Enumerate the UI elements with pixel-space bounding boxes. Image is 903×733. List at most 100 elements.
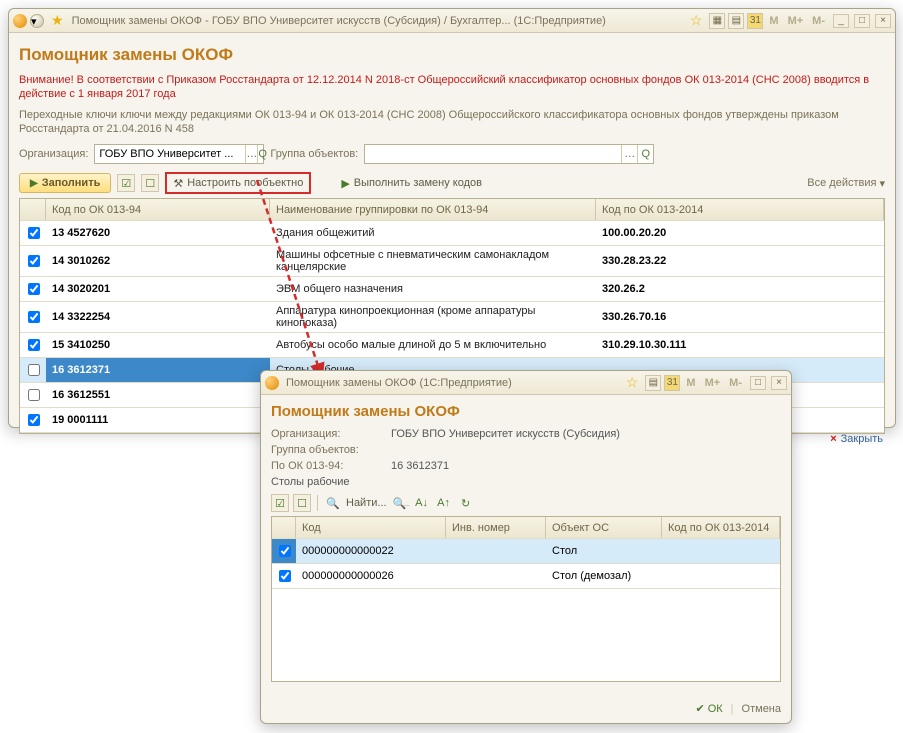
- dialog-title: Помощник замены ОКОФ (1С:Предприятие): [286, 377, 622, 389]
- search-icon[interactable]: Q: [257, 145, 267, 163]
- organization-input[interactable]: [95, 145, 245, 163]
- check-all-icon[interactable]: ☑: [117, 174, 135, 192]
- cell-inv: [446, 539, 546, 563]
- titlebar: ▾ ★ Помощник замены ОКОФ - ГОБУ ВПО Унив…: [9, 9, 895, 33]
- maximize-button[interactable]: □: [854, 14, 870, 28]
- cancel-button[interactable]: Отмена: [742, 703, 781, 715]
- row-checkbox[interactable]: [28, 364, 40, 376]
- dialog-grid: Код Инв. номер Объект ОС Код по ОК 013-2…: [271, 516, 781, 682]
- close-icon: ×: [830, 433, 836, 445]
- organization-label: Организация:: [19, 148, 88, 160]
- column-code-old[interactable]: Код по ОК 013-94: [46, 199, 270, 220]
- group-field[interactable]: … Q: [364, 144, 654, 164]
- uncheck-all-icon[interactable]: ☐: [141, 174, 159, 192]
- row-checkbox[interactable]: [28, 339, 40, 351]
- group-input[interactable]: [365, 145, 621, 163]
- cell-new: 330.28.23.22: [596, 246, 884, 276]
- ref-icon[interactable]: ▦: [709, 13, 725, 29]
- row-checkbox[interactable]: [28, 227, 40, 239]
- cell-code: 16 3612551: [46, 383, 270, 407]
- close-button[interactable]: ×: [771, 376, 787, 390]
- cell-code: 14 3322254: [46, 302, 270, 332]
- table-row[interactable]: 15 3410250Автобусы особо малые длиной до…: [20, 333, 884, 358]
- item-name: Столы рабочие: [271, 476, 350, 488]
- organization-field[interactable]: … Q: [94, 144, 264, 164]
- warning-text: Внимание! В соответствии с Приказом Росс…: [19, 73, 885, 102]
- cell-code: 15 3410250: [46, 333, 270, 357]
- cell-code: 14 3010262: [46, 246, 270, 276]
- row-checkbox[interactable]: [279, 545, 291, 557]
- close-button[interactable]: ×: [875, 14, 891, 28]
- column-new[interactable]: Код по ОК 013-2014: [662, 517, 780, 538]
- memory-m-plus[interactable]: М+: [702, 377, 724, 389]
- check-all-icon[interactable]: ☑: [271, 494, 289, 512]
- row-checkbox[interactable]: [28, 255, 40, 267]
- column-code-new[interactable]: Код по ОК 013-2014: [596, 199, 884, 220]
- cell-new: [662, 564, 780, 588]
- calc-icon[interactable]: ▤: [645, 375, 661, 391]
- ellipsis-icon[interactable]: …: [621, 145, 637, 163]
- row-checkbox[interactable]: [279, 570, 291, 582]
- column-code[interactable]: Код: [296, 517, 446, 538]
- minimize-button[interactable]: _: [833, 14, 849, 28]
- sort-asc-icon[interactable]: A↓: [413, 494, 431, 512]
- table-row[interactable]: 000000000000026Стол (демозал): [272, 564, 780, 589]
- uncheck-all-icon[interactable]: ☐: [293, 494, 311, 512]
- column-name[interactable]: Наименование группировки по ОК 013-94: [270, 199, 596, 220]
- table-row[interactable]: 000000000000022Стол: [272, 539, 780, 564]
- table-row[interactable]: 14 3010262Машины офсетные с пневматическ…: [20, 246, 884, 277]
- configure-button[interactable]: ⚒ Настроить пообъектно: [165, 172, 311, 194]
- search-icon[interactable]: Q: [637, 145, 653, 163]
- maximize-button[interactable]: □: [750, 376, 766, 390]
- calc-icon[interactable]: ▤: [728, 13, 744, 29]
- find-clear-icon[interactable]: 🔍̶: [391, 494, 409, 512]
- memory-m-minus[interactable]: М-: [809, 15, 828, 27]
- dialog-heading: Помощник замены ОКОФ: [271, 403, 781, 420]
- fill-button[interactable]: ▶ Заполнить: [19, 173, 111, 193]
- table-row[interactable]: 14 3020201ЭВМ общего назначения320.26.2: [20, 277, 884, 302]
- memory-m-minus[interactable]: М-: [726, 377, 745, 389]
- cell-new: 310.29.10.30.111: [596, 333, 884, 357]
- cell-name: Аппаратура кинопроекционная (кроме аппар…: [270, 302, 596, 332]
- calendar-icon[interactable]: 31: [664, 375, 680, 391]
- execute-button[interactable]: ▶ Выполнить замену кодов: [341, 177, 482, 190]
- calendar-icon[interactable]: 31: [747, 13, 763, 29]
- table-row[interactable]: 14 3322254Аппаратура кинопроекционная (к…: [20, 302, 884, 333]
- cell-new: 330.26.70.16: [596, 302, 884, 332]
- find-icon[interactable]: 🔍: [324, 494, 342, 512]
- ok-button[interactable]: ✔ОК: [695, 702, 722, 715]
- chevron-down-icon: ▶: [30, 178, 38, 189]
- memory-m[interactable]: М: [766, 15, 781, 27]
- sort-desc-icon[interactable]: A↑: [435, 494, 453, 512]
- settings-icon: ⚒: [173, 177, 183, 190]
- find-button[interactable]: Найти...: [346, 497, 387, 509]
- nav-down-icon[interactable]: ▾: [30, 14, 44, 28]
- close-link[interactable]: × Закрыть: [830, 433, 883, 445]
- dialog-window: Помощник замены ОКОФ (1С:Предприятие) ☆ …: [260, 370, 792, 724]
- favorite-icon[interactable]: ★: [51, 12, 64, 29]
- organization-value: ГОБУ ВПО Университет искусств (Субсидия): [391, 428, 620, 440]
- cell-code: 14 3020201: [46, 277, 270, 301]
- column-obj[interactable]: Объект ОС: [546, 517, 662, 538]
- table-row[interactable]: 13 4527620Здания общежитий100.00.20.20: [20, 221, 884, 246]
- app-logo-icon: [265, 376, 279, 390]
- row-checkbox[interactable]: [28, 283, 40, 295]
- info-text: Переходные ключи ключи между редакциями …: [19, 108, 885, 137]
- okof-label: По ОК 013-94:: [271, 460, 391, 472]
- chevron-down-icon: ▾: [879, 177, 885, 190]
- row-checkbox[interactable]: [28, 414, 40, 426]
- memory-m-plus[interactable]: М+: [785, 15, 807, 27]
- row-checkbox[interactable]: [28, 389, 40, 401]
- column-inv[interactable]: Инв. номер: [446, 517, 546, 538]
- organization-label: Организация:: [271, 428, 391, 440]
- app-logo-icon: [13, 14, 27, 28]
- row-checkbox[interactable]: [28, 311, 40, 323]
- star-icon[interactable]: ☆: [690, 12, 703, 29]
- titlebar: Помощник замены ОКОФ (1С:Предприятие) ☆ …: [261, 371, 791, 395]
- star-icon[interactable]: ☆: [626, 374, 639, 391]
- refresh-icon[interactable]: ↻: [457, 494, 475, 512]
- memory-m[interactable]: М: [683, 377, 698, 389]
- cell-name: Машины офсетные с пневматическим самонак…: [270, 246, 596, 276]
- all-actions-menu[interactable]: Все действия▾: [807, 177, 885, 190]
- ellipsis-icon[interactable]: …: [245, 145, 257, 163]
